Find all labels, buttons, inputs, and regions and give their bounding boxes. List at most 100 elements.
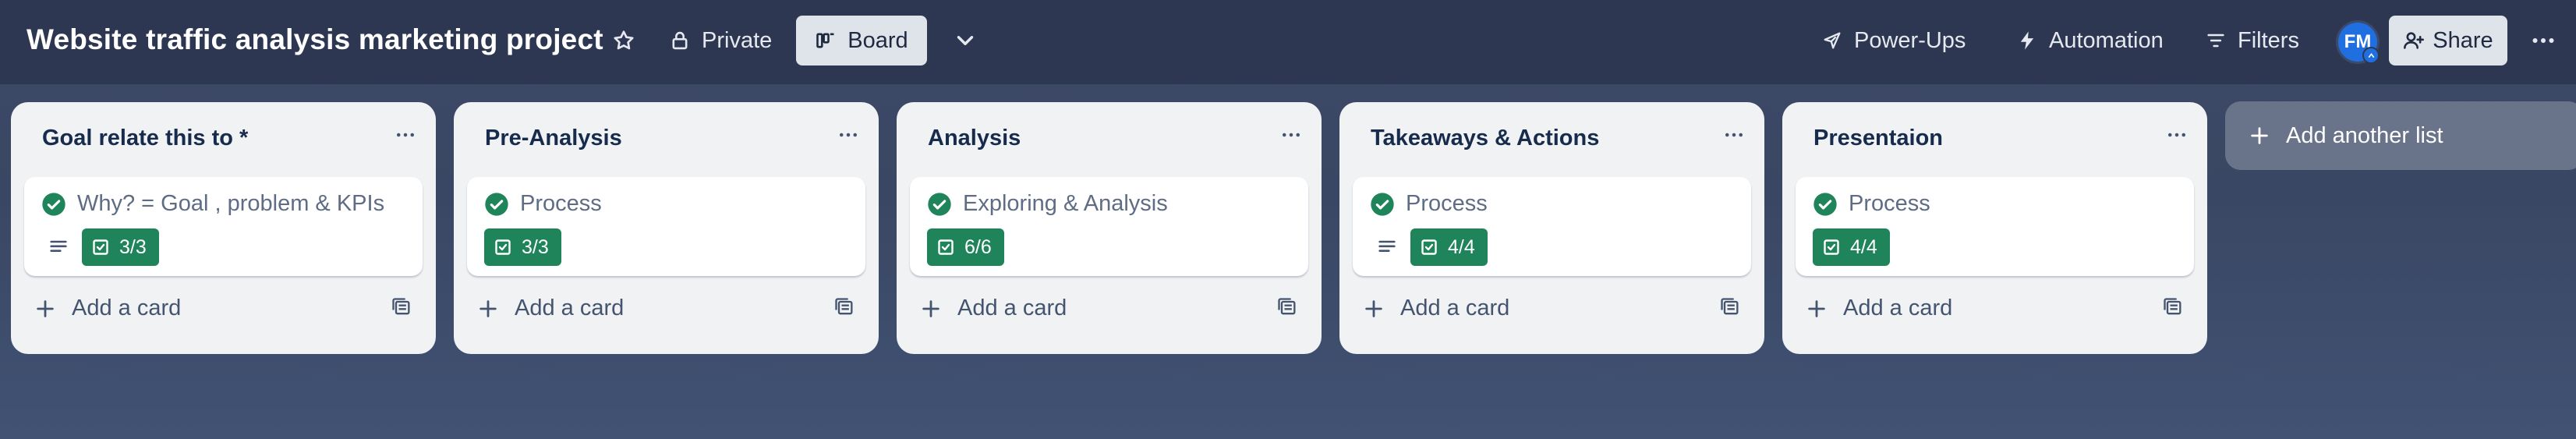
list-menu-button[interactable] [2157,118,2196,152]
rocket-icon [1824,32,1841,49]
template-icon [2164,298,2181,315]
chevron-down-icon [957,36,974,45]
visibility-button[interactable]: Private [655,16,786,65]
add-card-label: Add a card [1400,296,1510,320]
list: Presentaion Process 4/4 Add a card [1782,102,2207,354]
list: Pre-Analysis Process 3/3 Add a card [454,102,879,354]
share-button[interactable]: Share [2389,16,2507,65]
create-from-template-button[interactable] [1267,288,1307,327]
list-title[interactable]: Presentaion [1813,126,1943,151]
complete-check-icon[interactable] [1370,192,1395,217]
add-another-list-button[interactable]: Add another list [2225,101,2576,170]
card-title-row: Exploring & Analysis [927,191,1168,217]
filter-icon [2207,34,2224,48]
checklist-count: 3/3 [119,235,147,258]
create-from-template-button[interactable] [381,288,422,327]
add-card-button[interactable]: Add a card [1806,296,1952,321]
add-card-label: Add a card [72,296,182,320]
lock-icon [672,31,688,50]
list: Goal relate this to * Why? = Goal , prob… [11,102,436,354]
add-card-button[interactable]: Add a card [920,296,1067,321]
lightning-icon [2020,31,2034,50]
automation-label: Automation [2049,27,2164,53]
description-icon [50,240,67,252]
board-title[interactable]: Website traffic analysis marketing proje… [27,23,603,56]
list-menu-button[interactable] [386,118,425,152]
card[interactable]: Exploring & Analysis 6/6 [910,177,1308,276]
board-header: Website traffic analysis marketing proje… [0,0,2576,84]
list-menu-button[interactable] [1714,118,1753,152]
create-from-template-button[interactable] [1710,288,1750,327]
add-card-button[interactable]: Add a card [34,296,181,321]
add-card-label: Add a card [957,296,1067,320]
plus-icon [479,299,497,317]
checklist-badge: 4/4 [1410,228,1488,266]
more-horizontal-icon [2168,133,2185,137]
list-title[interactable]: Goal relate this to * [42,126,248,151]
card-title: Exploring & Analysis [963,191,1168,216]
star-board-button[interactable] [603,16,644,65]
complete-check-icon[interactable] [927,192,952,217]
card-title-row: Why? = Goal , problem & KPIs [41,191,384,217]
create-from-template-button[interactable] [2153,288,2193,327]
plus-icon [37,299,54,317]
filters-button[interactable]: Filters [2191,16,2313,65]
share-label: Share [2433,27,2493,53]
checkbox-icon [938,239,954,255]
add-card-label: Add a card [515,296,625,320]
card[interactable]: Process 4/4 [1353,177,1751,276]
more-horizontal-icon [397,133,414,137]
card[interactable]: Process 3/3 [467,177,865,276]
card-badges: 6/6 [927,228,1004,266]
complete-check-icon[interactable] [41,192,66,217]
plus-icon [1365,299,1382,317]
board-menu-button[interactable] [2520,16,2567,65]
card-badges: 3/3 [484,228,561,266]
more-horizontal-icon [1725,133,1743,137]
card-badges: 4/4 [1813,228,1890,266]
complete-check-icon[interactable] [484,192,509,217]
list: Analysis Exploring & Analysis 6/6 Add a … [897,102,1322,354]
checklist-count: 4/4 [1448,235,1475,258]
list-menu-button[interactable] [829,118,868,152]
checklist-badge: 3/3 [484,228,561,266]
board-view-label: Board [847,27,908,53]
automation-button[interactable]: Automation [2002,16,2178,65]
add-person-icon [2404,32,2425,49]
template-icon [1278,298,1296,315]
board-view-icon [816,33,834,48]
add-card-button[interactable]: Add a card [1363,296,1509,321]
power-ups-button[interactable]: Power-Ups [1807,16,1980,65]
checklist-badge: 6/6 [927,228,1004,266]
checklist-count: 3/3 [522,235,549,258]
card-title: Process [1849,191,1930,216]
board-view-button[interactable]: Board [796,16,927,65]
list-menu-button[interactable] [1272,118,1311,152]
add-card-button[interactable]: Add a card [477,296,624,321]
complete-check-icon[interactable] [1813,192,1838,217]
template-icon [392,298,410,315]
template-icon [1721,298,1739,315]
list-title[interactable]: Pre-Analysis [485,126,622,151]
more-horizontal-icon [840,133,857,137]
card-title: Process [520,191,602,216]
switch-view-dropdown[interactable] [942,16,989,65]
create-from-template-button[interactable] [824,288,865,327]
add-card-label: Add a card [1843,296,1953,320]
plus-icon [2251,127,2268,144]
list-title[interactable]: Takeaways & Actions [1371,126,1599,151]
checklist-count: 6/6 [964,235,992,258]
add-another-list-label: Add another list [2286,122,2443,148]
checklist-count: 4/4 [1850,235,1877,258]
checkbox-icon [495,239,511,255]
template-icon [835,298,853,315]
plus-icon [1808,299,1825,317]
checklist-badge: 4/4 [1813,228,1890,266]
list-title[interactable]: Analysis [928,126,1021,151]
list: Takeaways & Actions Process 4/4 Add a ca… [1339,102,1764,354]
card[interactable]: Process 4/4 [1796,177,2194,276]
admin-badge-icon [2362,47,2380,64]
description-icon [1378,240,1396,252]
card-title-row: Process [484,191,602,217]
card[interactable]: Why? = Goal , problem & KPIs 3/3 [24,177,423,276]
